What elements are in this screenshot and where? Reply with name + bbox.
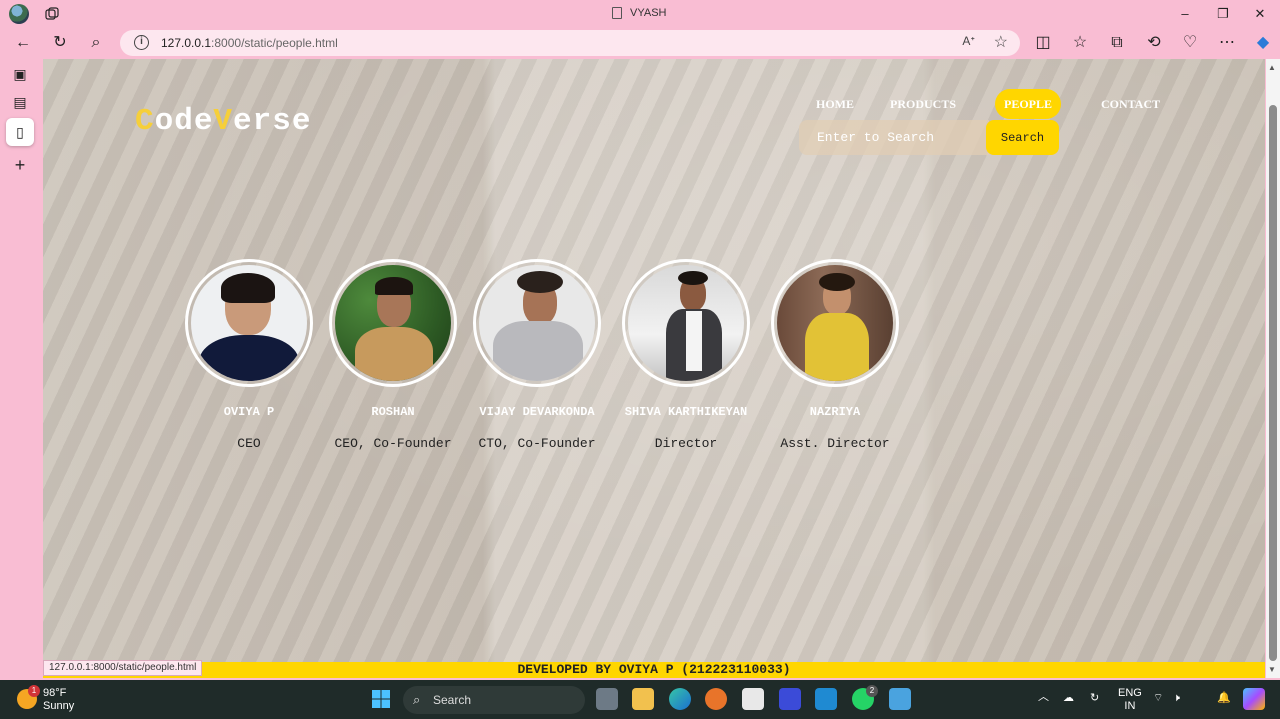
person-photo (473, 259, 601, 387)
search-form: Search (799, 120, 1059, 155)
taskbar-search[interactable]: ⌕ Search (403, 686, 585, 714)
person-role: Director (654, 436, 718, 451)
onedrive-cloud-icon[interactable]: ☁ (1063, 692, 1074, 705)
browser-title-bar: VYASH – ❐ ✕ (0, 0, 1280, 28)
wifi-icon[interactable]: ⌔ (1153, 692, 1163, 705)
task-view-icon[interactable] (596, 688, 618, 710)
site-info-icon[interactable]: i (134, 35, 149, 50)
microsoft-store-icon[interactable] (742, 688, 764, 710)
favorites-icon[interactable]: ☆ (1070, 33, 1090, 53)
current-tab-page-icon[interactable]: ▯ (6, 118, 34, 146)
copilot-icon[interactable]: ◆ (1253, 33, 1273, 53)
history-icon[interactable]: ⟲ (1144, 33, 1164, 53)
new-tab-plus-icon[interactable]: + (11, 156, 29, 174)
nav-contact-link[interactable]: CONTACT (1101, 89, 1160, 119)
document-icon (612, 7, 622, 19)
person-role: CEO (237, 436, 261, 451)
person-name: VIJAY DEVARKONDA (479, 405, 595, 419)
volume-muted-icon[interactable]: 🕨 (1173, 692, 1180, 705)
file-explorer-icon[interactable] (632, 688, 654, 710)
maximize-button[interactable]: ❐ (1213, 4, 1233, 24)
person-role: CTO, Co-Founder (478, 436, 596, 451)
person-photo (771, 259, 899, 387)
show-hidden-icons-chevron-icon[interactable]: ︿ (1038, 691, 1049, 704)
search-button[interactable]: Search (986, 120, 1059, 155)
scrollbar-thumb[interactable] (1269, 105, 1277, 661)
notepad-icon[interactable] (889, 688, 911, 710)
language-indicator[interactable]: ENG IN (1118, 687, 1142, 713)
minimize-button[interactable]: – (1175, 4, 1195, 24)
vertical-sidebar: ▣ ▤ ▯ + (0, 58, 42, 680)
weather-temp: 98°F (43, 687, 67, 699)
site-footer: DEVELOPED BY OVIYA P (212223110033) (43, 662, 1265, 678)
more-menu-icon[interactable]: ⋯ (1217, 33, 1237, 53)
tab-list-icon[interactable]: ▣ (11, 65, 29, 83)
url-text[interactable]: 127.0.0.1:8000/static/people.html (161, 36, 338, 50)
edge-browser-icon[interactable] (669, 688, 691, 710)
nav-products-link[interactable]: PRODUCTS (890, 89, 956, 119)
jupyter-icon[interactable] (705, 688, 727, 710)
person-role: CEO, Co-Founder (334, 436, 452, 451)
sync-icon[interactable]: ↻ (1090, 692, 1099, 705)
person-card: SHIVA KARTHIKEYAN Director (606, 259, 766, 451)
scroll-up-arrow-icon[interactable]: ▲ (1268, 63, 1276, 72)
nav-home-link[interactable]: HOME (816, 89, 854, 119)
refresh-icon[interactable]: ↻ (50, 33, 70, 53)
search-icon[interactable]: ⌕ (86, 33, 106, 53)
close-button[interactable]: ✕ (1250, 4, 1270, 24)
person-name: NAZRIYA (809, 405, 861, 419)
notification-bell-icon[interactable]: 🔔 (1217, 692, 1231, 705)
page-viewport: CodeVerse HOME PRODUCTS PEOPLE CONTACT S… (43, 59, 1265, 662)
tab-actions-icon[interactable] (44, 6, 60, 22)
nav-people-link[interactable]: PEOPLE (995, 89, 1062, 119)
weather-desc: Sunny (43, 700, 75, 712)
notification-badge: 1 (28, 685, 40, 697)
person-name: SHIVA KARTHIKEYAN (624, 405, 748, 419)
person-photo (622, 259, 750, 387)
tab-title-text: VYASH (630, 7, 667, 19)
app-icon[interactable] (779, 688, 801, 710)
tab-title[interactable]: VYASH (612, 7, 666, 19)
person-card: ROSHAN CEO, Co-Founder (313, 259, 473, 451)
workspace-icon[interactable]: ▤ (11, 93, 29, 111)
person-role: Asst. Director (780, 436, 890, 451)
search-icon: ⌕ (413, 692, 421, 707)
windows-taskbar: 1 98°F Sunny ⌕ Search 2 ︿ ☁ ↻ ENG IN ⌔ 🕨 🔔 (0, 680, 1280, 719)
profile-avatar[interactable] (9, 4, 29, 24)
whatsapp-badge: 2 (866, 685, 878, 697)
person-card: NAZRIYA Asst. Director (755, 259, 915, 451)
site-logo[interactable]: CodeVerse (135, 104, 311, 139)
collections-icon[interactable]: ⧉ (1107, 33, 1127, 53)
page-scrollbar[interactable]: ▲ ▼ (1266, 59, 1280, 678)
search-input[interactable] (799, 120, 989, 155)
scroll-down-arrow-icon[interactable]: ▼ (1268, 665, 1276, 674)
windows-start-icon[interactable] (371, 689, 391, 709)
copilot-taskbar-icon[interactable] (1243, 688, 1265, 710)
person-photo (329, 259, 457, 387)
split-screen-icon[interactable]: ◫ (1033, 33, 1053, 53)
taskbar-search-label: Search (433, 693, 472, 707)
person-name: ROSHAN (371, 405, 415, 419)
person-photo (185, 259, 313, 387)
address-bar[interactable]: i 127.0.0.1:8000/static/people.html Aᐩ ☆ (120, 30, 1020, 56)
browser-essentials-icon[interactable]: ♡ (1180, 33, 1200, 53)
person-card: OVIYA P CEO (169, 259, 329, 451)
favorite-star-icon[interactable]: ☆ (994, 32, 1008, 52)
vscode-icon[interactable] (815, 688, 837, 710)
person-name: OVIYA P (223, 405, 275, 419)
read-aloud-icon[interactable]: Aᐩ (962, 34, 975, 48)
link-status-bar: 127.0.0.1:8000/static/people.html (43, 660, 203, 676)
back-icon[interactable]: ← (13, 33, 33, 53)
browser-toolbar: ← ↻ ⌕ i 127.0.0.1:8000/static/people.htm… (0, 28, 1280, 58)
person-card: VIJAY DEVARKONDA CTO, Co-Founder (457, 259, 617, 451)
